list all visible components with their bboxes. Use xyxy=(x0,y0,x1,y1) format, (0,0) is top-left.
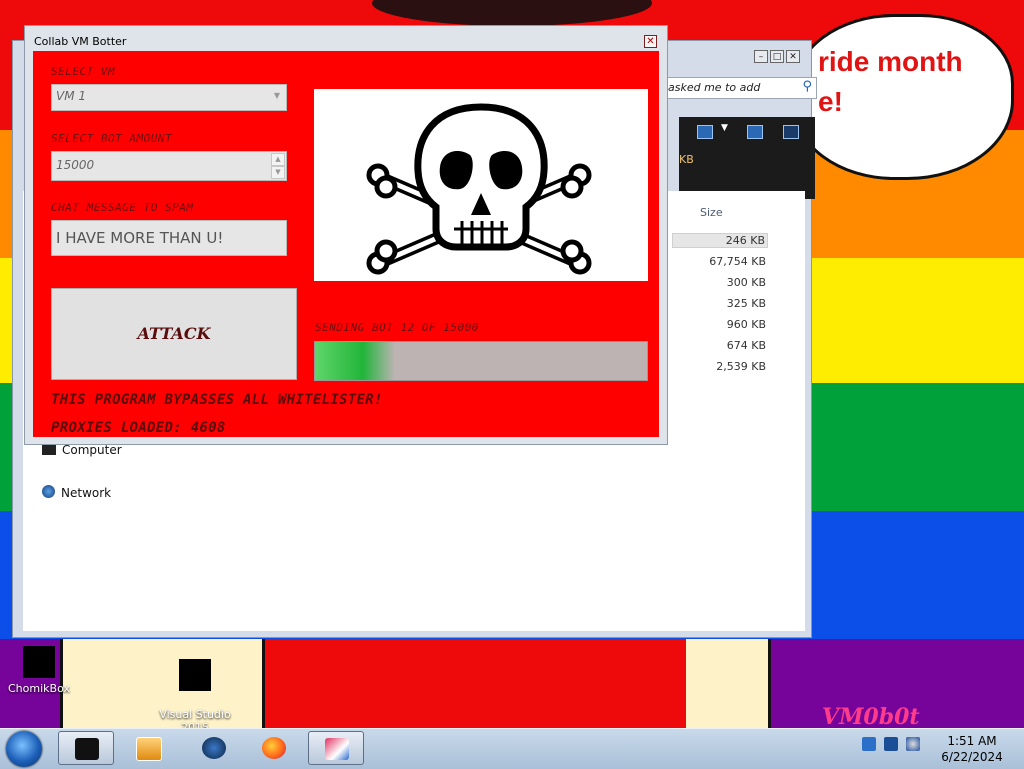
desktop-icon-label: Visual Studio 2015 xyxy=(159,708,231,728)
view-icon[interactable] xyxy=(697,125,713,139)
explorer-search-box[interactable]: asked me to add ⚲ xyxy=(663,77,817,99)
nav-item-label: Network xyxy=(61,486,112,500)
taskbar-app-firefox[interactable] xyxy=(246,731,302,765)
tray-icon-monitor[interactable] xyxy=(884,737,898,751)
globe-icon xyxy=(202,737,226,759)
explorer-toolbar: ▼ KB xyxy=(679,117,815,199)
toolbar-size-text: KB xyxy=(679,153,694,166)
close-button[interactable]: ✕ xyxy=(644,35,657,48)
speech-line-1: ride month xyxy=(818,46,963,77)
taskbar: 1:51 AM 6/22/2024 xyxy=(0,728,1024,769)
collab-vm-botter-window: Collab VM Botter ✕ SELECT VM VM 1 ▼ SELE… xyxy=(24,25,668,445)
bot-amount-value: 15000 xyxy=(56,158,95,172)
botter-form: SELECT VM VM 1 ▼ SELECT BOT AMOUNT 15000… xyxy=(33,51,659,437)
tray-icon-network[interactable] xyxy=(862,737,876,751)
clock-time: 1:51 AM xyxy=(947,734,997,748)
start-button[interactable] xyxy=(6,731,42,767)
chat-message-input[interactable]: I HAVE MORE THAN U! xyxy=(51,220,287,256)
select-vm-value: VM 1 xyxy=(56,89,87,103)
size-column-header[interactable]: Size xyxy=(700,206,723,219)
wallpaper-speech-text: ride month e! xyxy=(818,42,963,122)
preview-pane-icon[interactable] xyxy=(783,125,799,139)
attack-button[interactable]: ATTACK xyxy=(51,288,297,380)
terminal-icon xyxy=(75,738,99,760)
paint-icon xyxy=(325,738,349,760)
size-cell[interactable]: 674 KB xyxy=(676,339,766,352)
stepper-down-button[interactable]: ▼ xyxy=(271,166,285,179)
wallpaper-figure-right xyxy=(686,639,771,728)
speaker-icon[interactable] xyxy=(906,737,920,751)
wallpaper-signature: VM0b0t xyxy=(822,704,920,728)
taskbar-app-paint[interactable] xyxy=(308,731,364,765)
clock-date: 6/22/2024 xyxy=(941,750,1003,764)
chevron-down-icon[interactable]: ▼ xyxy=(721,123,728,133)
minimize-button[interactable]: – xyxy=(754,50,768,63)
firefox-icon xyxy=(262,737,286,759)
taskbar-app-browser[interactable] xyxy=(186,731,242,765)
chomikbox-icon xyxy=(23,646,55,678)
speech-line-2: e! xyxy=(818,86,843,117)
taskbar-app-terminal[interactable] xyxy=(58,731,114,765)
select-vm-label: SELECT VM xyxy=(51,65,116,78)
nav-item-computer[interactable]: Computer xyxy=(42,443,122,457)
size-cell[interactable]: 960 KB xyxy=(676,318,766,331)
bypass-text: THIS PROGRAM BYPASSES ALL WHITELISTER! xyxy=(51,392,383,408)
size-cell[interactable]: 2,539 KB xyxy=(676,360,766,373)
size-cell[interactable]: 67,754 KB xyxy=(676,255,766,268)
media-player-icon xyxy=(136,737,162,761)
bot-amount-stepper[interactable]: 15000 ▲ ▼ xyxy=(51,151,287,181)
folder-icon[interactable] xyxy=(747,125,763,139)
stepper-up-button[interactable]: ▲ xyxy=(271,153,285,166)
skull-and-crossbones-icon xyxy=(366,103,592,275)
bot-amount-label: SELECT BOT AMOUNT xyxy=(51,132,173,145)
close-button[interactable]: ✕ xyxy=(786,50,800,63)
nav-item-network[interactable]: Network xyxy=(42,485,111,500)
size-cell[interactable]: 325 KB xyxy=(676,297,766,310)
select-vm-dropdown[interactable]: VM 1 ▼ xyxy=(51,84,287,111)
sending-progress-bar xyxy=(314,341,648,381)
window-title: Collab VM Botter xyxy=(34,35,127,48)
desktop-icon-label: ChomikBox xyxy=(8,682,70,695)
progress-fill xyxy=(315,342,395,380)
size-cell[interactable]: 300 KB xyxy=(676,276,766,289)
taskbar-clock[interactable]: 1:51 AM 6/22/2024 xyxy=(930,733,1014,765)
taskbar-app-media-player[interactable] xyxy=(120,731,176,765)
skull-image-panel xyxy=(314,89,648,281)
chevron-down-icon[interactable]: ▼ xyxy=(274,91,280,100)
desktop-icon-chomikbox[interactable]: ChomikBox xyxy=(0,646,89,695)
chat-message-value: I HAVE MORE THAN U! xyxy=(56,229,224,247)
system-tray xyxy=(862,737,928,754)
chat-message-label: CHAT MESSAGE TO SPAM xyxy=(51,201,194,214)
proxies-loaded-text: PROXIES LOADED: 4608 xyxy=(51,420,226,436)
progress-label: SENDING BOT 12 OF 15000 xyxy=(315,321,479,334)
nav-item-label: Computer xyxy=(62,443,122,457)
wallpaper-figure-mid xyxy=(262,639,698,728)
network-icon xyxy=(42,485,55,498)
size-cell[interactable]: 246 KB xyxy=(672,233,768,248)
desktop-icon-visual-studio[interactable]: Visual Studio 2015 xyxy=(145,646,245,728)
search-icon[interactable]: ⚲ xyxy=(802,79,812,94)
visual-studio-icon xyxy=(179,659,211,691)
search-input[interactable]: asked me to add xyxy=(668,81,760,94)
maximize-button[interactable]: □ xyxy=(770,50,784,63)
